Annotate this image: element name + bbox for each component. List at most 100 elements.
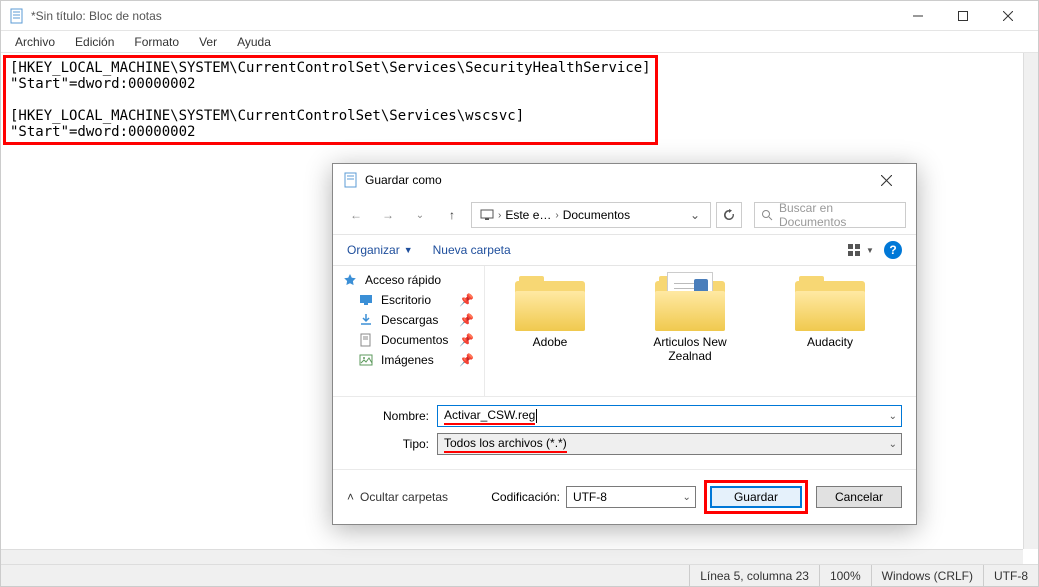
nav-history-dropdown[interactable]: ⌄ [407,202,433,228]
pin-icon: 📌 [459,313,474,327]
content-line-4: "Start"=dword:00000002 [10,124,195,140]
document-icon [359,333,375,347]
filetype-value: Todos los archivos (*.*) [444,436,567,453]
download-icon [359,313,375,327]
sidebar-item-label: Imágenes [381,353,434,367]
search-input[interactable]: Buscar en Documentos [754,202,906,228]
folder-item-audacity[interactable]: Audacity [775,276,885,386]
folder-icon [795,276,865,331]
breadcrumb-seg-pc[interactable]: Este e… [501,208,555,222]
breadcrumb-pc-icon [476,208,498,222]
notepad-menubar: Archivo Edición Formato Ver Ayuda [1,31,1038,53]
folder-item-adobe[interactable]: Adobe [495,276,605,386]
star-icon [343,273,359,287]
dialog-form: Nombre: Activar_CSW.reg ⌄ Tipo: Todos lo… [333,396,916,469]
highlighted-region: [HKEY_LOCAL_MACHINE\SYSTEM\CurrentContro… [3,55,658,145]
help-button[interactable]: ? [884,241,902,259]
search-icon [761,209,773,221]
desktop-icon [359,293,375,307]
nav-back-button[interactable]: ← [343,202,369,228]
dialog-title: Guardar como [365,173,442,187]
chevron-down-icon: ▼ [866,246,874,255]
status-encoding: UTF-8 [983,565,1038,586]
filetype-select[interactable]: Todos los archivos (*.*) ⌄ [437,433,902,455]
view-mode-button[interactable]: ▼ [848,239,874,261]
menu-format[interactable]: Formato [126,33,187,50]
dialog-app-icon [343,172,359,188]
sidebar-item-label: Descargas [381,313,438,327]
file-list[interactable]: Adobe Articulos New Zealnad [485,266,916,396]
dialog-toolbar: Organizar ▼ Nueva carpeta ▼ ? [333,235,916,266]
new-folder-button[interactable]: Nueva carpeta [433,243,511,257]
encoding-select[interactable]: UTF-8 ⌄ [566,486,696,508]
breadcrumb-dropdown[interactable]: ⌄ [684,208,706,222]
dialog-close-button[interactable] [866,166,906,194]
notepad-titlebar: *Sin título: Bloc de notas [1,1,1038,31]
dialog-body: Acceso rápido Escritorio 📌 Descargas 📌 [333,266,916,396]
status-zoom: 100% [819,565,871,586]
hide-folders-toggle[interactable]: ˄ Ocultar carpetas [347,490,448,504]
menu-file[interactable]: Archivo [7,33,63,50]
dialog-footer: ˄ Ocultar carpetas Codificación: UTF-8 ⌄… [333,469,916,524]
menu-edit[interactable]: Edición [67,33,122,50]
chevron-down-icon[interactable]: ⌄ [683,492,691,503]
sidebar-item-documents[interactable]: Documentos 📌 [333,330,484,350]
filename-label: Nombre: [347,409,437,423]
sidebar: Acceso rápido Escritorio 📌 Descargas 📌 [333,266,485,396]
pin-icon: 📌 [459,333,474,347]
sidebar-item-images[interactable]: Imágenes 📌 [333,350,484,370]
folder-item-articulos[interactable]: Articulos New Zealnad [635,276,745,386]
content-line-2: "Start"=dword:00000002 [10,76,195,92]
filename-input[interactable]: Activar_CSW.reg ⌄ [437,405,902,427]
organize-button[interactable]: Organizar ▼ [347,243,413,257]
folder-label: Adobe [533,335,568,349]
content-line-1: [HKEY_LOCAL_MACHINE\SYSTEM\CurrentContro… [10,60,651,76]
filetype-label: Tipo: [347,437,437,451]
search-placeholder: Buscar en Documentos [779,201,899,229]
sidebar-item-downloads[interactable]: Descargas 📌 [333,310,484,330]
nav-forward-button[interactable]: → [375,202,401,228]
save-button-highlight: Guardar [704,480,808,514]
sidebar-quick-access-label: Acceso rápido [365,273,441,287]
status-lineending: Windows (CRLF) [871,565,983,586]
folder-icon [655,276,725,331]
sidebar-item-label: Documentos [381,333,448,347]
pin-icon: 📌 [459,353,474,367]
maximize-button[interactable] [940,2,985,30]
sidebar-quick-access[interactable]: Acceso rápido [333,270,484,290]
breadcrumb-path[interactable]: › Este e… › Documentos ⌄ [471,202,711,228]
chevron-up-icon: ˄ [347,490,354,504]
filename-value: Activar_CSW.reg [444,408,535,425]
statusbar: Línea 5, columna 23 100% Windows (CRLF) … [1,564,1038,586]
content-line-3: [HKEY_LOCAL_MACHINE\SYSTEM\CurrentContro… [10,108,524,124]
sidebar-item-desktop[interactable]: Escritorio 📌 [333,290,484,310]
notepad-app-icon [9,8,25,24]
folder-icon [515,276,585,331]
image-icon [359,353,375,367]
close-button[interactable] [985,2,1030,30]
dialog-titlebar: Guardar como [333,164,916,196]
status-position: Línea 5, columna 23 [689,565,819,586]
minimize-button[interactable] [895,2,940,30]
chevron-down-icon[interactable]: ⌄ [889,411,897,422]
encoding-value: UTF-8 [573,490,607,504]
breadcrumb-seg-folder[interactable]: Documentos [559,208,634,222]
save-button[interactable]: Guardar [710,486,802,508]
dialog-navbar: ← → ⌄ ↑ › Este e… › Documentos ⌄ Buscar … [333,196,916,235]
save-as-dialog: Guardar como ← → ⌄ ↑ › Este e… › Documen… [332,163,917,525]
menu-help[interactable]: Ayuda [229,33,279,50]
refresh-button[interactable] [716,202,742,228]
chevron-down-icon: ▼ [404,245,413,255]
sidebar-item-label: Escritorio [381,293,431,307]
cancel-button[interactable]: Cancelar [816,486,902,508]
folder-label: Audacity [807,335,853,349]
vertical-scrollbar[interactable] [1023,53,1038,549]
notepad-title: *Sin título: Bloc de notas [31,9,162,23]
pin-icon: 📌 [459,293,474,307]
menu-view[interactable]: Ver [191,33,225,50]
encoding-label: Codificación: [491,490,560,504]
nav-up-button[interactable]: ↑ [439,202,465,228]
chevron-down-icon[interactable]: ⌄ [889,439,897,450]
horizontal-scrollbar[interactable] [1,549,1023,564]
folder-label: Articulos New Zealnad [635,335,745,364]
